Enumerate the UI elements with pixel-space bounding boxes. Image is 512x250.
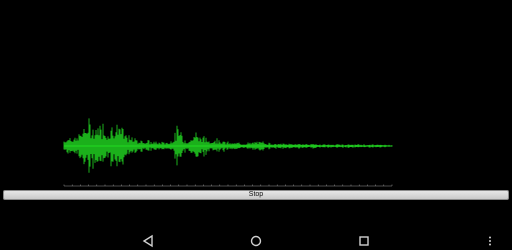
back-button[interactable]: [141, 234, 155, 248]
overflow-menu-button[interactable]: [486, 234, 494, 248]
recents-button[interactable]: [357, 234, 371, 248]
back-icon: [142, 234, 153, 248]
waveform-samples: [63, 118, 393, 173]
menu-icon: [489, 236, 491, 246]
home-button[interactable]: [249, 234, 263, 248]
audio-waveform: [63, 118, 393, 187]
stop-button[interactable]: Stop: [3, 190, 509, 200]
home-icon: [250, 235, 262, 247]
app-root: Stop: [0, 0, 512, 250]
recents-icon: [359, 236, 369, 246]
